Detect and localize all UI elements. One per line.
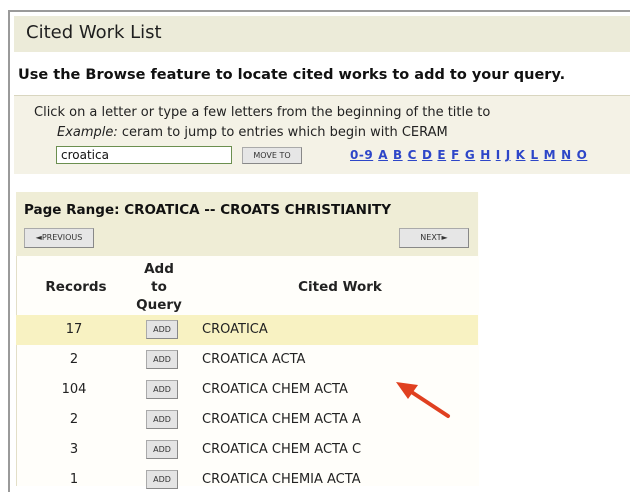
cited-work: CROATICA CHEM ACTA C [202, 442, 362, 457]
letter-link-0-9[interactable]: 0-9 [350, 148, 373, 162]
example-label: Example: [57, 125, 118, 140]
letter-link-e[interactable]: E [437, 148, 446, 162]
records-count: 17 [65, 322, 83, 337]
column-header-add: Add to Query [134, 260, 184, 314]
letter-link-a[interactable]: A [378, 148, 388, 162]
letter-link-m[interactable]: M [544, 148, 556, 162]
page-range: Page Range: CROATICA -- CROATS CHRISTIAN… [24, 202, 391, 218]
letter-link-i[interactable]: I [496, 148, 501, 162]
column-header-add-line1: Add [144, 261, 174, 277]
records-count: 2 [69, 412, 79, 427]
letter-link-b[interactable]: B [393, 148, 403, 162]
browse-example: Example: ceram to jump to entries which … [57, 125, 448, 140]
next-button[interactable]: NEXT► [399, 228, 469, 248]
cited-work: CROATICA CHEMIA ACTA [202, 472, 361, 487]
page-title: Cited Work List [26, 22, 162, 43]
letter-index: 0-9 A B C D E F G H I J K L M N O [350, 148, 592, 162]
column-header-cited-work: Cited Work [298, 279, 382, 295]
letter-link-d[interactable]: D [422, 148, 432, 162]
letter-link-o[interactable]: O [577, 148, 588, 162]
add-button[interactable]: ADD [146, 470, 178, 489]
letter-link-l[interactable]: L [530, 148, 538, 162]
letter-link-k[interactable]: K [516, 148, 526, 162]
move-to-button[interactable]: MOVE TO [242, 147, 302, 164]
add-button[interactable]: ADD [146, 320, 178, 339]
letter-link-n[interactable]: N [561, 148, 572, 162]
records-count: 1 [69, 472, 79, 487]
table-row: 17 ADD CROATICA [16, 315, 478, 345]
example-text: ceram to jump to entries which begin wit… [117, 125, 448, 140]
red-arrow-icon [396, 382, 450, 418]
previous-button[interactable]: ◄PREVIOUS [24, 228, 94, 248]
cited-work: CROATICA CHEM ACTA A [202, 412, 361, 427]
cited-work: CROATICA [202, 322, 268, 337]
cited-work: CROATICA CHEM ACTA [202, 382, 348, 397]
table-row: 2 ADD CROATICA ACTA [16, 345, 478, 375]
add-button[interactable]: ADD [146, 440, 178, 459]
letter-link-c[interactable]: C [408, 148, 417, 162]
records-count: 2 [69, 352, 79, 367]
column-header-add-line2: to [151, 279, 167, 295]
browse-instruction: Click on a letter or type a few letters … [34, 105, 491, 120]
add-button[interactable]: ADD [146, 410, 178, 429]
letter-link-g[interactable]: G [465, 148, 475, 162]
add-button[interactable]: ADD [146, 380, 178, 399]
instruction-text: Use the Browse feature to locate cited w… [18, 67, 566, 83]
cited-work: CROATICA ACTA [202, 352, 306, 367]
column-header-records: Records [45, 279, 107, 295]
table-row: 1 ADD CROATICA CHEMIA ACTA [16, 465, 478, 495]
column-header-add-line3: Query [136, 297, 182, 313]
letter-link-h[interactable]: H [480, 148, 491, 162]
records-count: 104 [61, 382, 87, 397]
search-input[interactable] [56, 146, 232, 164]
table-row: 3 ADD CROATICA CHEM ACTA C [16, 435, 478, 465]
add-button[interactable]: ADD [146, 350, 178, 369]
letter-link-j[interactable]: J [506, 148, 511, 162]
records-count: 3 [69, 442, 79, 457]
letter-link-f[interactable]: F [451, 148, 460, 162]
